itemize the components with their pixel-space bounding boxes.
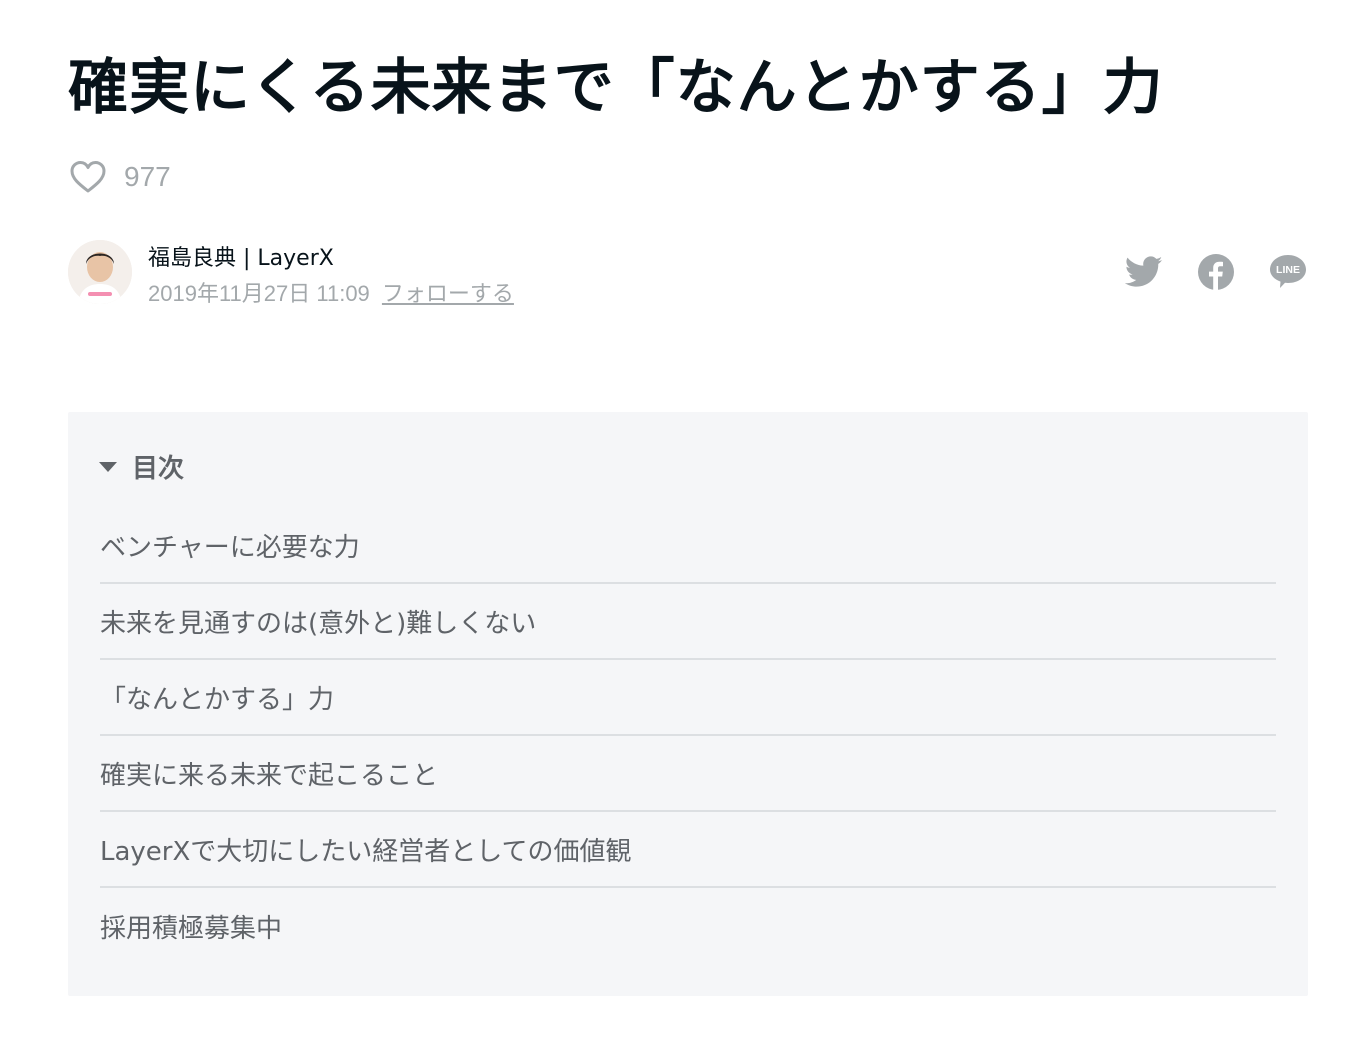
follow-link[interactable]: フォローする <box>382 281 514 306</box>
toc-item[interactable]: 採用積極募集中 <box>100 888 1276 964</box>
line-share-button[interactable]: LINE <box>1268 252 1308 292</box>
like-row: 977 <box>70 156 171 198</box>
published-date: 2019年11月27日 11:09 <box>148 281 370 306</box>
toc-toggle[interactable]: 目次 <box>98 448 184 485</box>
share-buttons: LINE <box>1124 252 1308 292</box>
note-article-page: 確実にくる未来まで「なんとかする」力 977 福島良典 | LayerX 201… <box>0 0 1368 1050</box>
avatar-image <box>68 240 132 304</box>
toc-list: ベンチャーに必要な力 未来を見通すのは(意外と)難しくない 「なんとかする」力 … <box>100 508 1276 964</box>
like-button[interactable] <box>70 159 106 195</box>
article-meta: 2019年11月27日 11:09 フォローする <box>148 276 514 308</box>
line-icon: LINE <box>1270 255 1306 288</box>
toc-item[interactable]: LayerXで大切にしたい経営者としての価値観 <box>100 812 1276 888</box>
twitter-share-button[interactable] <box>1124 252 1164 292</box>
twitter-icon <box>1125 256 1163 287</box>
author-row: 福島良典 | LayerX 2019年11月27日 11:09 フォローする L… <box>68 238 1308 308</box>
heart-icon <box>70 161 106 193</box>
author-name[interactable]: 福島良典 | LayerX <box>148 240 334 272</box>
line-icon-label: LINE <box>1276 264 1300 276</box>
caret-down-icon <box>98 457 118 477</box>
toc-item[interactable]: 「なんとかする」力 <box>100 660 1276 736</box>
toc-item[interactable]: ベンチャーに必要な力 <box>100 508 1276 584</box>
table-of-contents: 目次 ベンチャーに必要な力 未来を見通すのは(意外と)難しくない 「なんとかする… <box>68 412 1308 996</box>
facebook-share-button[interactable] <box>1196 252 1236 292</box>
facebook-icon <box>1198 254 1234 290</box>
toc-title: 目次 <box>132 454 185 484</box>
like-count: 977 <box>124 161 171 192</box>
article-title: 確実にくる未来まで「なんとかする」力 <box>68 53 1164 123</box>
toc-item[interactable]: 未来を見通すのは(意外と)難しくない <box>100 584 1276 660</box>
toc-item[interactable]: 確実に来る未来で起こること <box>100 736 1276 812</box>
author-avatar[interactable] <box>68 240 132 304</box>
